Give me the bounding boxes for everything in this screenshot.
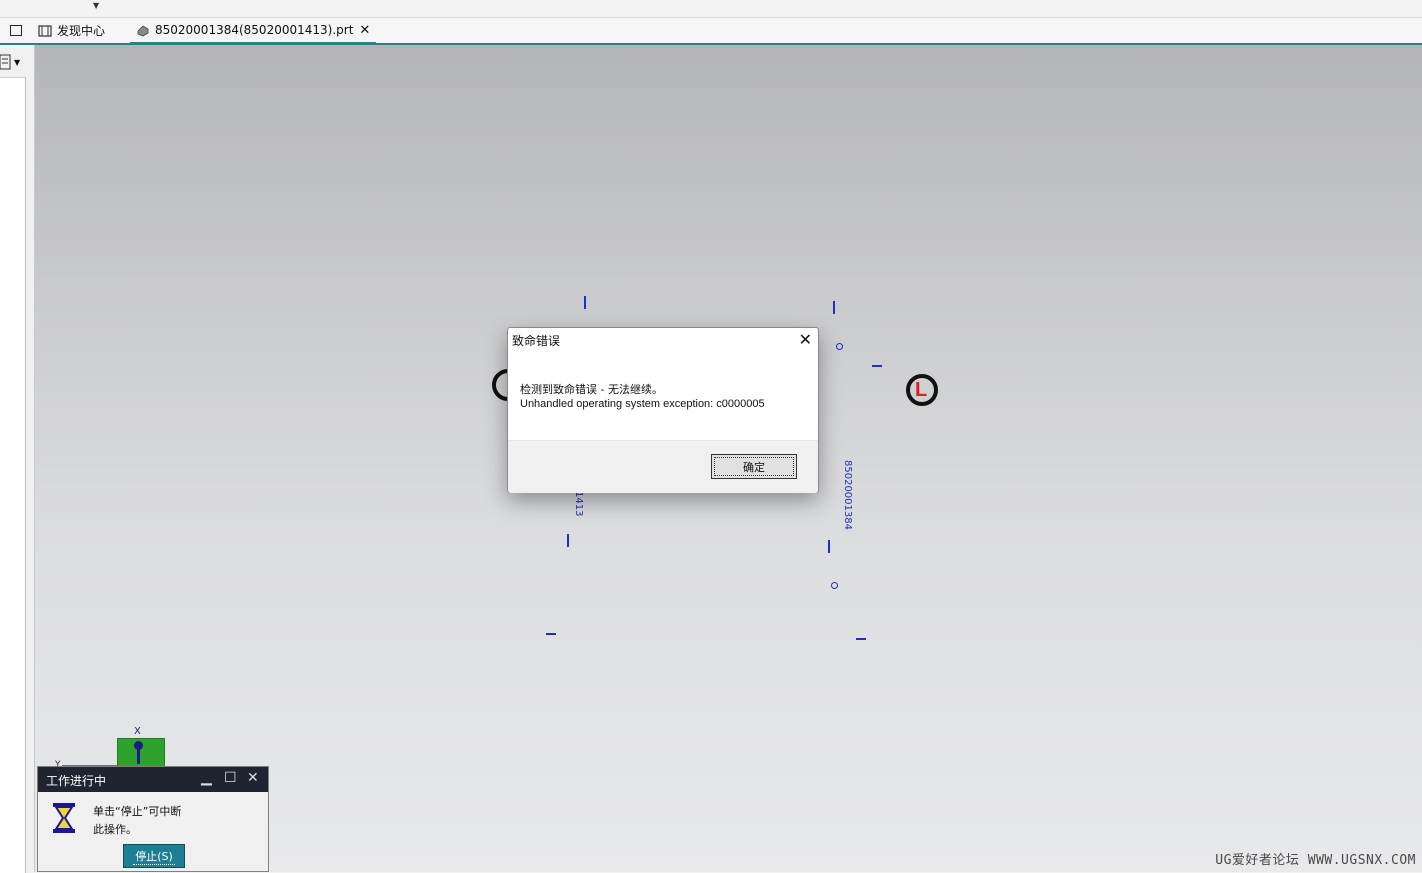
close-icon[interactable]: ✕ bbox=[247, 770, 259, 786]
error-message: 检测到致命错误 - 无法继续。 bbox=[520, 383, 663, 396]
dialog-title: 致命错误 bbox=[512, 334, 561, 348]
fatal-error-dialog: 致命错误 ✕ 检测到致命错误 - 无法继续。 Unhandled operati… bbox=[507, 327, 819, 493]
coordinate-triad[interactable] bbox=[117, 738, 165, 768]
drawing-text: 85020001384 bbox=[842, 460, 853, 530]
dropdown-arrow-icon[interactable]: ▼ bbox=[93, 1, 99, 10]
progress-message: 单击“停止”可中断 bbox=[93, 805, 182, 818]
work-in-progress-window: 工作进行中 ▁ ☐ ✕ 单击“停止”可中断 此操作。 停止(S) bbox=[37, 766, 269, 872]
drawing-marker bbox=[831, 582, 838, 589]
navigator-icon bbox=[0, 54, 11, 70]
drawing-marker bbox=[836, 343, 843, 350]
close-icon[interactable]: ✕ bbox=[359, 23, 370, 38]
drawing-marker bbox=[828, 540, 830, 553]
drawing-text: 1413 bbox=[573, 491, 584, 517]
dialog-footer: 确定 bbox=[508, 440, 818, 493]
window-title: 工作进行中 bbox=[46, 774, 107, 788]
close-icon[interactable]: ✕ bbox=[799, 330, 812, 349]
tab-part-file[interactable]: 85020001384(85020001413).prt ✕ bbox=[130, 18, 377, 44]
progress-message: 此操作。 bbox=[93, 823, 137, 836]
triad-stem bbox=[137, 748, 140, 764]
ok-button[interactable]: 确定 bbox=[711, 454, 797, 479]
tab-bar: 发现中心 85020001384(85020001413).prt ✕ bbox=[0, 18, 1422, 45]
discovery-icon bbox=[38, 24, 52, 37]
drawing-marker bbox=[584, 296, 586, 309]
drawing-marker bbox=[872, 365, 882, 367]
watermark: UG爱好者论坛 WWW.UGSNX.COM bbox=[1215, 853, 1416, 868]
maximize-icon[interactable]: ☐ bbox=[224, 770, 237, 786]
chevron-down-icon[interactable]: ▼ bbox=[14, 58, 20, 67]
drawing-marker bbox=[567, 534, 569, 547]
window-restore-icon[interactable] bbox=[10, 25, 22, 36]
minimize-icon[interactable]: ▁ bbox=[201, 770, 212, 786]
drawing-marker bbox=[546, 633, 556, 635]
resource-panel bbox=[0, 77, 26, 873]
datum-symbol: L bbox=[906, 374, 938, 406]
drawing-marker bbox=[856, 638, 866, 640]
tab-label: 发现中心 bbox=[57, 24, 106, 38]
window-titlebar: 工作进行中 ▁ ☐ ✕ bbox=[38, 767, 268, 792]
stop-label: 停止(S) bbox=[133, 849, 175, 865]
top-strip: ▼ bbox=[0, 0, 1422, 18]
triad-axis-x: X bbox=[134, 726, 141, 737]
drawing-marker bbox=[833, 301, 835, 314]
tab-discovery-center[interactable]: 发现中心 bbox=[38, 18, 105, 43]
hourglass-icon bbox=[53, 803, 75, 833]
left-toolbar: ▼ bbox=[0, 45, 35, 873]
navigator-tool-button[interactable]: ▼ bbox=[0, 51, 22, 73]
part-file-icon bbox=[137, 25, 149, 37]
tab-label: 85020001384(85020001413).prt bbox=[155, 23, 354, 37]
datum-l-icon: L bbox=[915, 379, 928, 401]
error-detail: Unhandled operating system exception: c0… bbox=[520, 398, 765, 410]
stop-button[interactable]: 停止(S) bbox=[123, 844, 185, 868]
